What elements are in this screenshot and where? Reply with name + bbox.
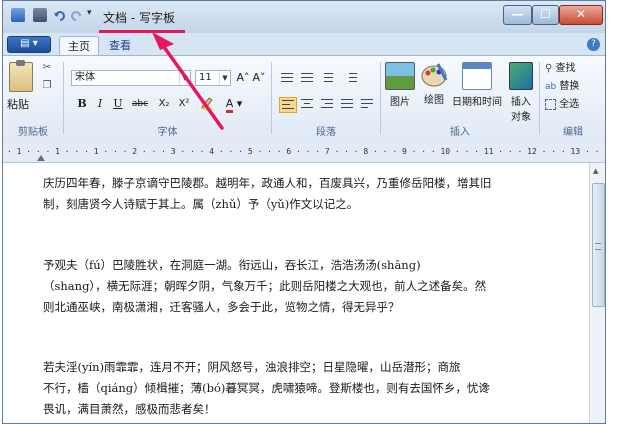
- paragraph-group: 段落: [273, 58, 379, 140]
- group-divider: [539, 62, 540, 134]
- replace-icon: ab: [545, 82, 557, 92]
- save-icon[interactable]: [33, 8, 47, 22]
- title-bar: ▾ 文档 - 写字板 — ☐ ✕: [3, 1, 605, 33]
- font-group-label: 字体: [157, 127, 178, 138]
- highlighter-icon[interactable]: [197, 96, 219, 112]
- ruler-scale: · 1 · · · 1 · · · 1 · · · 2 · · · 3 · · …: [7, 147, 605, 156]
- paragraph-group-label: 段落: [316, 127, 336, 138]
- font-group: 宋体 ▼ 11 ▼ A˄ A˅ B I U abc X₂ X² A ▾ 字体: [65, 58, 270, 140]
- object-icon: [509, 62, 533, 90]
- insert-picture-button[interactable]: 图片: [384, 62, 416, 108]
- italic-button[interactable]: I: [93, 96, 107, 112]
- align-left-icon[interactable]: [279, 97, 297, 113]
- insert-group: 图片 绘图 日期和时间 插入 对象 插入: [382, 58, 538, 140]
- paragraph-settings-icon[interactable]: [359, 97, 375, 111]
- ribbon-tab-row: ▤ ▾ 主页 查看 ?: [3, 33, 605, 56]
- app-menu-button[interactable]: ▤ ▾: [7, 36, 51, 53]
- tab-view[interactable]: 查看: [101, 36, 139, 55]
- font-color-button[interactable]: A ▾: [223, 96, 245, 113]
- document-paragraph[interactable]: 若夫淫(yín)雨霏霏，连月不开；阴风怒号，浊浪排空；日星隐曜，山岳潜形；商旅 …: [43, 357, 573, 420]
- picture-icon: [385, 62, 415, 90]
- scroll-up-icon[interactable]: ▲: [593, 167, 598, 175]
- tab-home[interactable]: 主页: [59, 36, 99, 56]
- undo-icon[interactable]: [53, 8, 65, 22]
- clipboard-group: 粘贴 ✂ ❐ 剪贴板: [3, 58, 63, 140]
- strikethrough-button[interactable]: abc: [129, 96, 151, 112]
- decrease-indent-icon[interactable]: [279, 71, 295, 85]
- group-divider: [380, 62, 381, 134]
- maximize-button[interactable]: ☐: [532, 5, 559, 25]
- font-family-select[interactable]: 宋体 ▼: [71, 70, 191, 86]
- paste-button[interactable]: 粘贴: [7, 96, 29, 112]
- insert-object-button[interactable]: 插入 对象: [506, 62, 536, 123]
- scroll-grip-icon: [595, 243, 601, 250]
- find-button[interactable]: ⚲ 查找: [545, 62, 576, 76]
- bold-button[interactable]: B: [75, 96, 89, 112]
- chevron-down-icon: ▼: [219, 71, 230, 85]
- chevron-down-icon: ▼: [179, 71, 190, 85]
- increase-indent-icon[interactable]: [299, 71, 315, 85]
- window-title: 文档 - 写字板: [103, 11, 175, 25]
- paint-palette-icon: [420, 62, 448, 88]
- justify-icon[interactable]: [339, 97, 355, 111]
- line-spacing-icon[interactable]: [343, 71, 359, 85]
- calendar-icon: [462, 62, 492, 90]
- editing-group: ⚲ 查找 ab 替换 全选 编辑: [543, 58, 603, 140]
- subscript-button[interactable]: X₂: [155, 96, 173, 112]
- ribbon: 粘贴 ✂ ❐ 剪贴板 宋体 ▼ 11 ▼ A˄ A˅ B I U abc X₂ X²…: [3, 55, 605, 143]
- superscript-button[interactable]: X²: [175, 96, 193, 112]
- vertical-scrollbar[interactable]: ▲: [589, 163, 605, 423]
- cut-icon[interactable]: ✂: [41, 62, 53, 74]
- indent-marker[interactable]: [37, 155, 45, 161]
- underline-button[interactable]: U: [111, 96, 125, 112]
- close-button[interactable]: ✕: [559, 5, 603, 25]
- copy-icon[interactable]: ❐: [41, 80, 53, 92]
- group-divider: [271, 62, 272, 134]
- paste-icon[interactable]: [9, 60, 33, 92]
- redo-icon[interactable]: [69, 8, 81, 22]
- wordpad-window: ▾ 文档 - 写字板 — ☐ ✕ ▤ ▾ 主页 查看 ? 粘贴 ✂ ❐ 剪贴板 …: [2, 0, 606, 424]
- document-paragraph[interactable]: 予观夫（fú）巴陵胜状，在洞庭一湖。衔远山，吞长江，浩浩汤汤(shāng) （s…: [43, 255, 573, 318]
- select-all-button[interactable]: 全选: [545, 98, 579, 112]
- group-divider: [63, 62, 64, 134]
- minimize-button[interactable]: —: [503, 5, 532, 25]
- help-icon[interactable]: ?: [587, 38, 600, 51]
- font-size-select[interactable]: 11 ▼: [195, 70, 231, 86]
- insert-paint-button[interactable]: 绘图: [418, 62, 450, 106]
- document-paragraph[interactable]: 庆历四年春，滕子京谪守巴陵郡。越明年，政通人和，百废具兴，乃重修岳阳楼，增其旧 …: [43, 173, 573, 215]
- ruler[interactable]: · 1 · · · 1 · · · 1 · · · 2 · · · 3 · · …: [3, 142, 605, 163]
- insert-datetime-button[interactable]: 日期和时间: [450, 62, 504, 108]
- grow-font-button[interactable]: A˄: [235, 70, 251, 86]
- insert-group-label: 插入: [450, 127, 470, 138]
- editing-group-label: 编辑: [563, 127, 583, 138]
- align-right-icon[interactable]: [319, 97, 335, 111]
- quick-access-dropdown-icon[interactable]: ▾: [87, 8, 92, 24]
- document-area[interactable]: 庆历四年春，滕子京谪守巴陵郡。越明年，政通人和，百废具兴，乃重修岳阳楼，增其旧 …: [3, 163, 589, 423]
- shrink-font-button[interactable]: A˅: [251, 70, 267, 86]
- wordpad-app-icon[interactable]: [11, 8, 25, 22]
- replace-button[interactable]: ab 替换: [545, 80, 579, 94]
- align-center-icon[interactable]: [299, 97, 315, 111]
- clipboard-group-label: 剪贴板: [18, 127, 48, 138]
- bullet-list-icon[interactable]: [319, 71, 335, 85]
- select-all-icon: [545, 98, 556, 110]
- binoculars-icon: ⚲: [545, 63, 553, 74]
